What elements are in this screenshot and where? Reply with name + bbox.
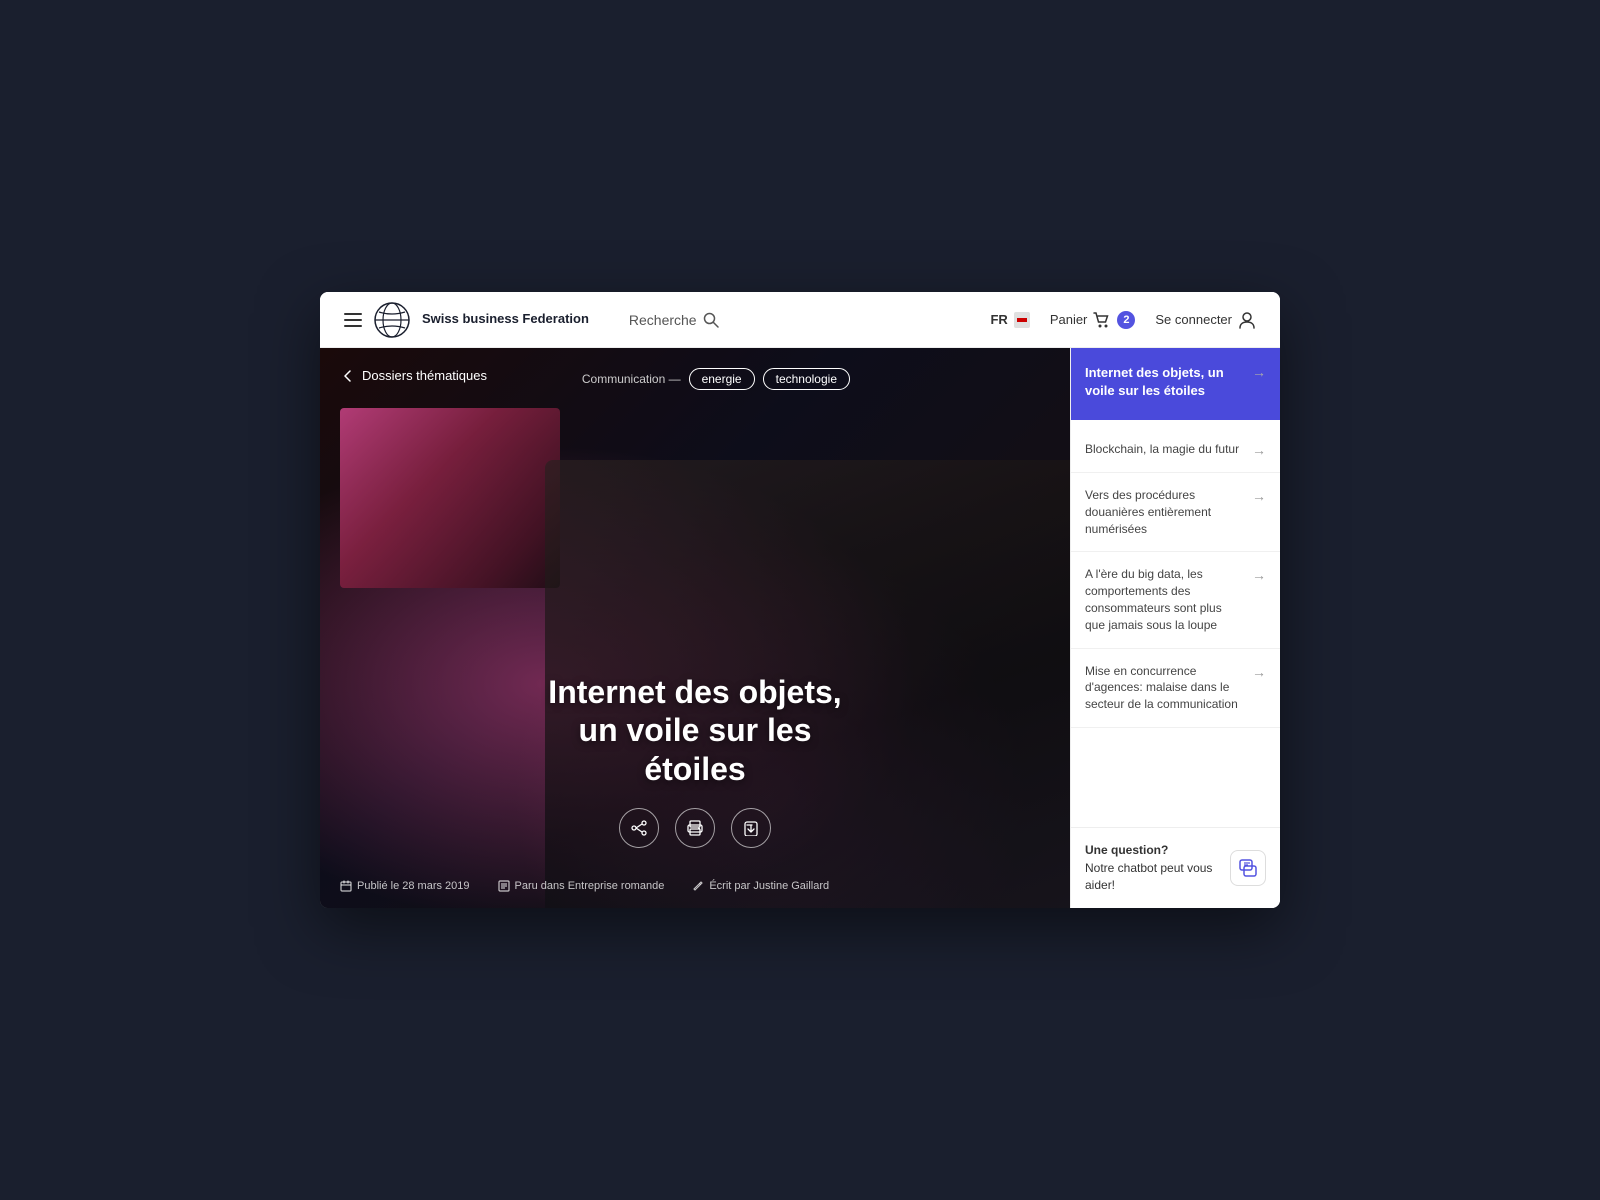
login-label: Se connecter: [1155, 312, 1232, 327]
header: Swiss business Federation Recherche FR: [320, 292, 1280, 348]
sidebar: Internet des objets, un voile sur les ét…: [1070, 348, 1280, 908]
hero-title: Internet des objets, un voile sur les ét…: [525, 673, 865, 788]
arrow-icon-1: →: [1252, 442, 1266, 458]
download-icon: [743, 820, 759, 836]
chatbot-button[interactable]: [1230, 850, 1266, 886]
action-buttons: [619, 808, 771, 848]
flag-icon: [1014, 312, 1030, 328]
cart-button[interactable]: Panier 2: [1050, 311, 1136, 329]
chatbot-text: Une question? Notre chatbot peut vous ai…: [1085, 842, 1222, 894]
sidebar-item-text-2: Vers des procédures douanières entièreme…: [1085, 487, 1244, 537]
download-button[interactable]: [731, 808, 771, 848]
back-label: Dossiers thématiques: [362, 368, 487, 383]
cart-icon: [1093, 311, 1111, 329]
sidebar-active-item[interactable]: Internet des objets, un voile sur les ét…: [1071, 348, 1280, 420]
sidebar-item-text-1: Blockchain, la magie du futur: [1085, 441, 1244, 458]
header-right: FR Panier 2 Se connecter: [990, 311, 1256, 329]
sidebar-active-text: Internet des objets, un voile sur les ét…: [1085, 364, 1244, 400]
menu-button[interactable]: [344, 313, 362, 327]
sidebar-item-text-4: Mise en concurrence d'agences: malaise d…: [1085, 663, 1244, 713]
share-icon: [631, 820, 647, 836]
browser-window: Swiss business Federation Recherche FR: [320, 292, 1280, 908]
hero-section: Dossiers thématiques Communication — ene…: [320, 348, 1070, 908]
screen-glow: [340, 408, 560, 588]
sidebar-item-4[interactable]: Mise en concurrence d'agences: malaise d…: [1071, 649, 1280, 728]
arrow-icon-3: →: [1252, 567, 1266, 583]
share-button[interactable]: [619, 808, 659, 848]
sidebar-item-text-3: A l'ère du big data, les comportements d…: [1085, 566, 1244, 633]
user-icon: [1238, 311, 1256, 329]
pen-icon: [692, 880, 704, 892]
publication-source: Paru dans Entreprise romande: [498, 880, 665, 892]
search-label: Recherche: [629, 312, 697, 328]
arrow-icon-2: →: [1252, 488, 1266, 504]
arrow-icon-4: →: [1252, 664, 1266, 680]
print-icon: [687, 820, 703, 836]
chatbot-subtitle: Notre chatbot peut vous aider!: [1085, 861, 1212, 892]
sidebar-items-list: Blockchain, la magie du futur → Vers des…: [1071, 423, 1280, 827]
chatbot-title: Une question?: [1085, 842, 1222, 859]
lang-label: FR: [990, 312, 1007, 327]
back-arrow-icon: [340, 369, 354, 383]
tag-technologie[interactable]: technologie: [763, 368, 850, 390]
search-icon: [703, 312, 719, 328]
logo-icon: [374, 302, 410, 338]
sidebar-item-2[interactable]: Vers des procédures douanières entièreme…: [1071, 473, 1280, 552]
language-switcher[interactable]: FR: [990, 312, 1029, 328]
tag-prefix: Communication —: [582, 372, 681, 386]
author-info: Écrit par Justine Gaillard: [692, 880, 829, 892]
search-area[interactable]: Recherche: [629, 312, 719, 328]
sidebar-item-1[interactable]: Blockchain, la magie du futur →: [1071, 427, 1280, 473]
arrow-right-icon: →: [1252, 364, 1266, 380]
tags-row: Communication — energie technologie: [582, 368, 850, 390]
brand-name: Swiss business Federation: [422, 311, 589, 328]
header-left: Swiss business Federation: [344, 302, 589, 338]
back-navigation[interactable]: Dossiers thématiques: [340, 368, 487, 383]
publish-date: Publié le 28 mars 2019: [340, 880, 470, 892]
cart-label: Panier: [1050, 312, 1088, 327]
main-content: Dossiers thématiques Communication — ene…: [320, 348, 1280, 908]
newspaper-icon: [498, 880, 510, 892]
hero-footer: Publié le 28 mars 2019 Paru dans Entrepr…: [340, 880, 829, 892]
cart-badge: 2: [1117, 311, 1135, 329]
chat-icon: [1238, 858, 1258, 878]
chatbot-section: Une question? Notre chatbot peut vous ai…: [1071, 827, 1280, 908]
login-button[interactable]: Se connecter: [1155, 311, 1256, 329]
sidebar-item-3[interactable]: A l'ère du big data, les comportements d…: [1071, 552, 1280, 648]
print-button[interactable]: [675, 808, 715, 848]
tag-energie[interactable]: energie: [689, 368, 755, 390]
calendar-icon: [340, 880, 352, 892]
